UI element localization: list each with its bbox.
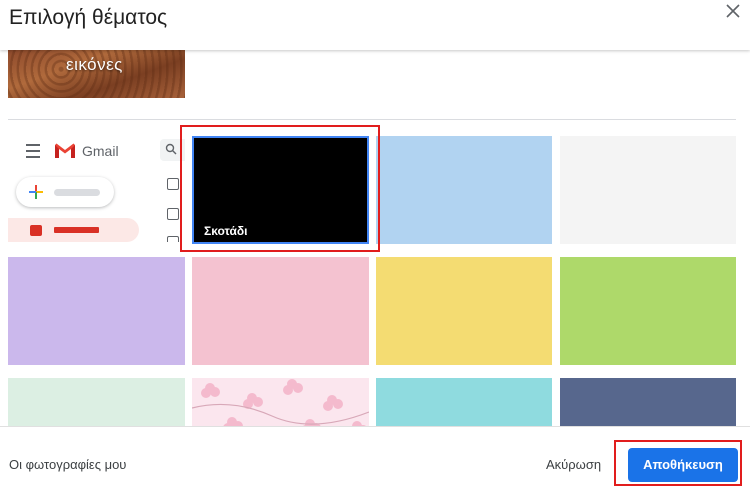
theme-tile-lavender[interactable]: [8, 257, 185, 365]
dialog-footer: Οι φωτογραφίες μου Ακύρωση Αποθήκευση: [0, 426, 750, 488]
inbox-row-preview: [8, 218, 139, 242]
theme-tile-light-gray[interactable]: [560, 136, 736, 244]
theme-tile-dark[interactable]: Σκοτάδι: [192, 136, 369, 244]
photo-banner-text: εικόνες: [66, 55, 123, 74]
my-photos-link[interactable]: Οι φωτογραφίες μου: [9, 457, 126, 472]
theme-tile-pink[interactable]: [192, 257, 369, 365]
theme-tile-green[interactable]: [560, 257, 736, 365]
dialog-title: Επιλογή θέματος: [9, 6, 168, 29]
theme-tile-mint[interactable]: [8, 378, 185, 426]
cancel-button[interactable]: Ακύρωση: [546, 457, 601, 472]
theme-tile-cherry-blossom[interactable]: [192, 378, 369, 426]
theme-tile-yellow[interactable]: [376, 257, 552, 365]
theme-label-dark: Σκοτάδι: [204, 224, 248, 238]
checkbox-icon: [167, 208, 179, 220]
search-icon: [160, 139, 185, 161]
close-icon[interactable]: [720, 0, 746, 24]
divider: [8, 119, 736, 120]
default-theme-preview[interactable]: Gmail: [8, 128, 185, 242]
checkbox-icon: [167, 236, 179, 242]
theme-tile-slate-blue[interactable]: [560, 378, 736, 426]
theme-tile-light-blue[interactable]: [376, 136, 552, 244]
theme-tile-turquoise[interactable]: [376, 378, 552, 426]
cherry-blossom-pattern: [192, 379, 369, 426]
save-button[interactable]: Αποθήκευση: [628, 448, 738, 482]
gmail-logo-icon: [54, 142, 76, 164]
gmail-label: Gmail: [82, 143, 119, 159]
menu-icon: [26, 144, 40, 158]
photo-theme-tile[interactable]: εικόνες: [8, 50, 185, 98]
dialog-header: Επιλογή θέματος: [0, 0, 750, 50]
theme-grid: εικόνες Gmail Σκοτάδι: [0, 50, 750, 426]
inbox-icon: [30, 225, 42, 236]
checkbox-icon: [167, 178, 179, 190]
compose-button-preview: [16, 177, 114, 207]
